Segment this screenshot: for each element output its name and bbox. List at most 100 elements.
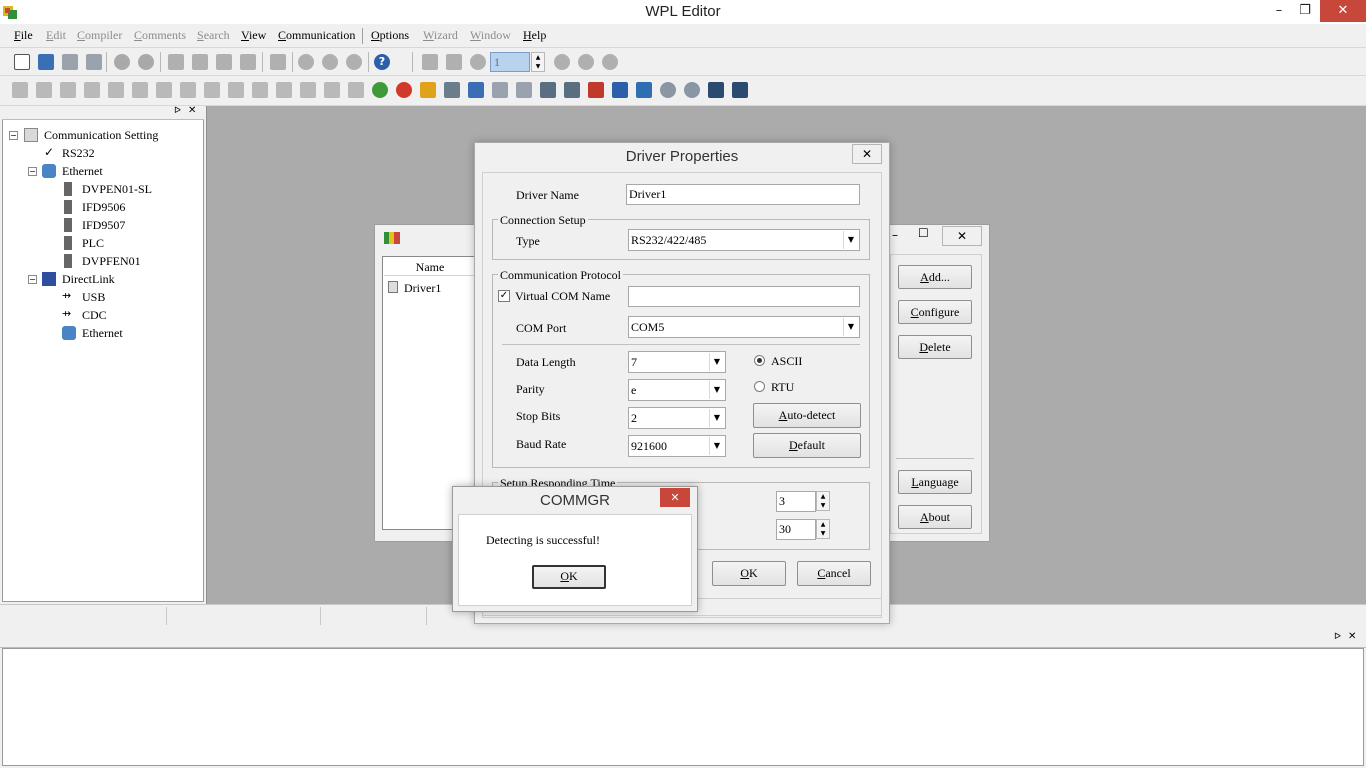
- message-ok-button[interactable]: OK: [532, 565, 606, 589]
- data-length-dropdown[interactable]: 7 ▼: [628, 351, 726, 373]
- chevron-down-icon[interactable]: ▼: [843, 231, 858, 249]
- add-button[interactable]: Add...: [898, 265, 972, 289]
- dialog-close-button[interactable]: ✕: [852, 144, 882, 164]
- tool-icon-5[interactable]: [108, 82, 124, 98]
- zoom-icon[interactable]: [298, 54, 314, 70]
- redo-icon[interactable]: [138, 54, 154, 70]
- tool-icon-7[interactable]: [156, 82, 172, 98]
- restore-button[interactable]: ❐: [1292, 0, 1318, 22]
- undo-icon[interactable]: [114, 54, 130, 70]
- tool-icon-24[interactable]: [564, 82, 580, 98]
- station-number-input[interactable]: 1: [490, 52, 530, 72]
- close-panel-icon[interactable]: ✕: [188, 105, 200, 117]
- tree-item-ifd9506[interactable]: IFD9506: [82, 200, 125, 215]
- tree-item-ethernet-directlink[interactable]: Ethernet: [82, 326, 123, 341]
- cut-icon[interactable]: [168, 54, 184, 70]
- tool-icon-26[interactable]: [612, 82, 628, 98]
- menu-help[interactable]: Help: [523, 28, 546, 43]
- save-icon[interactable]: [62, 54, 78, 70]
- tool-icon-21[interactable]: [492, 82, 508, 98]
- tool-icon-11[interactable]: [252, 82, 268, 98]
- auto-detect-button[interactable]: Auto-detect: [753, 403, 861, 428]
- tree-item-directlink[interactable]: DirectLink: [62, 272, 115, 287]
- zoom-out-icon[interactable]: [346, 54, 362, 70]
- virtual-com-input[interactable]: [628, 286, 860, 307]
- column-header-name[interactable]: Name: [384, 258, 476, 276]
- menu-window[interactable]: Window: [470, 28, 511, 43]
- station-spinner[interactable]: ▲ ▼: [531, 52, 545, 72]
- driver-name-input[interactable]: Driver1: [626, 184, 860, 205]
- type-dropdown[interactable]: RS232/422/485 ▼: [628, 229, 860, 251]
- tree-item-ethernet[interactable]: Ethernet: [62, 164, 103, 179]
- tree-item-rs232[interactable]: RS232: [62, 146, 95, 161]
- tool-icon-28[interactable]: [660, 82, 676, 98]
- message-box-close-button[interactable]: ✕: [660, 488, 690, 507]
- tool-icon-31[interactable]: [732, 82, 748, 98]
- station-icon[interactable]: [470, 54, 486, 70]
- run-icon[interactable]: [602, 54, 618, 70]
- globe-icon[interactable]: [372, 82, 388, 98]
- tool-icon-2[interactable]: [36, 82, 52, 98]
- tree-item-dvpen01-sl[interactable]: DVPEN01-SL: [82, 182, 152, 197]
- chevron-down-icon[interactable]: ▼: [709, 353, 724, 371]
- clear-icon[interactable]: [240, 54, 256, 70]
- tool-icon-9[interactable]: [204, 82, 220, 98]
- tool-icon-13[interactable]: [300, 82, 316, 98]
- parity-dropdown[interactable]: e ▼: [628, 379, 726, 401]
- tool-icon-6[interactable]: [132, 82, 148, 98]
- comm-icon[interactable]: [422, 54, 438, 70]
- tool-icon-29[interactable]: [684, 82, 700, 98]
- tool-icon-3[interactable]: [60, 82, 76, 98]
- tool-icon-18[interactable]: [420, 82, 436, 98]
- language-button[interactable]: Language: [898, 470, 972, 494]
- sync-icon[interactable]: [578, 54, 594, 70]
- rtu-radio[interactable]: [754, 381, 765, 392]
- retry-spinner-input[interactable]: 30: [776, 519, 816, 540]
- commgr-maximize-button[interactable]: ☐: [918, 226, 934, 240]
- zoom-in-icon[interactable]: [322, 54, 338, 70]
- tree-collapse-toggle[interactable]: −: [9, 131, 18, 140]
- configure-button[interactable]: Configure: [898, 300, 972, 324]
- chevron-down-icon[interactable]: ▼: [709, 381, 724, 399]
- close-panel-icon[interactable]: ✕: [1348, 631, 1356, 642]
- tree-collapse-toggle[interactable]: −: [28, 275, 37, 284]
- refresh-icon[interactable]: [270, 54, 286, 70]
- menu-wizard[interactable]: Wizard: [423, 28, 458, 43]
- copy-icon[interactable]: [192, 54, 208, 70]
- retry-spinner-buttons[interactable]: ▲ ▼: [816, 519, 830, 539]
- tool-icon-27[interactable]: [636, 82, 652, 98]
- chevron-down-icon[interactable]: ▼: [843, 318, 858, 336]
- pin-icon[interactable]: ᐅ: [174, 106, 184, 118]
- tool-icon-22[interactable]: [516, 82, 532, 98]
- paste-icon[interactable]: [216, 54, 232, 70]
- menu-communication[interactable]: Communication: [278, 28, 355, 43]
- chevron-down-icon[interactable]: ▼: [709, 409, 724, 427]
- tool-icon-1[interactable]: [12, 82, 28, 98]
- tool-icon-12[interactable]: [276, 82, 292, 98]
- monitor-icon[interactable]: [446, 54, 462, 70]
- default-button[interactable]: Default: [753, 433, 861, 458]
- tool-icon-14[interactable]: [324, 82, 340, 98]
- tool-icon-25[interactable]: [588, 82, 604, 98]
- help-icon[interactable]: ?: [374, 54, 390, 70]
- timeout-spinner-input[interactable]: 3: [776, 491, 816, 512]
- tree-item-usb[interactable]: USB: [82, 290, 105, 305]
- commgr-close-button[interactable]: ✕: [942, 226, 982, 246]
- close-button[interactable]: ✕: [1320, 0, 1366, 22]
- menu-file[interactable]: File: [14, 28, 33, 43]
- about-button[interactable]: About: [898, 505, 972, 529]
- tree-item-communication-setting[interactable]: Communication Setting: [44, 128, 158, 143]
- stop-icon[interactable]: [554, 54, 570, 70]
- tool-icon-20[interactable]: [468, 82, 484, 98]
- chevron-down-icon[interactable]: ▼: [709, 437, 724, 455]
- commgr-minimize-button[interactable]: –: [892, 228, 908, 242]
- tree-item-dvpfen01[interactable]: DVPFEN01: [82, 254, 141, 269]
- ok-button[interactable]: OK: [712, 561, 786, 586]
- tool-icon-10[interactable]: [228, 82, 244, 98]
- open-folder-icon[interactable]: [38, 54, 54, 70]
- tool-icon-23[interactable]: [540, 82, 556, 98]
- stop-bits-dropdown[interactable]: 2 ▼: [628, 407, 726, 429]
- menu-compiler[interactable]: Compiler: [77, 28, 122, 43]
- menu-search[interactable]: Search: [197, 28, 230, 43]
- disconnect-icon[interactable]: [396, 82, 412, 98]
